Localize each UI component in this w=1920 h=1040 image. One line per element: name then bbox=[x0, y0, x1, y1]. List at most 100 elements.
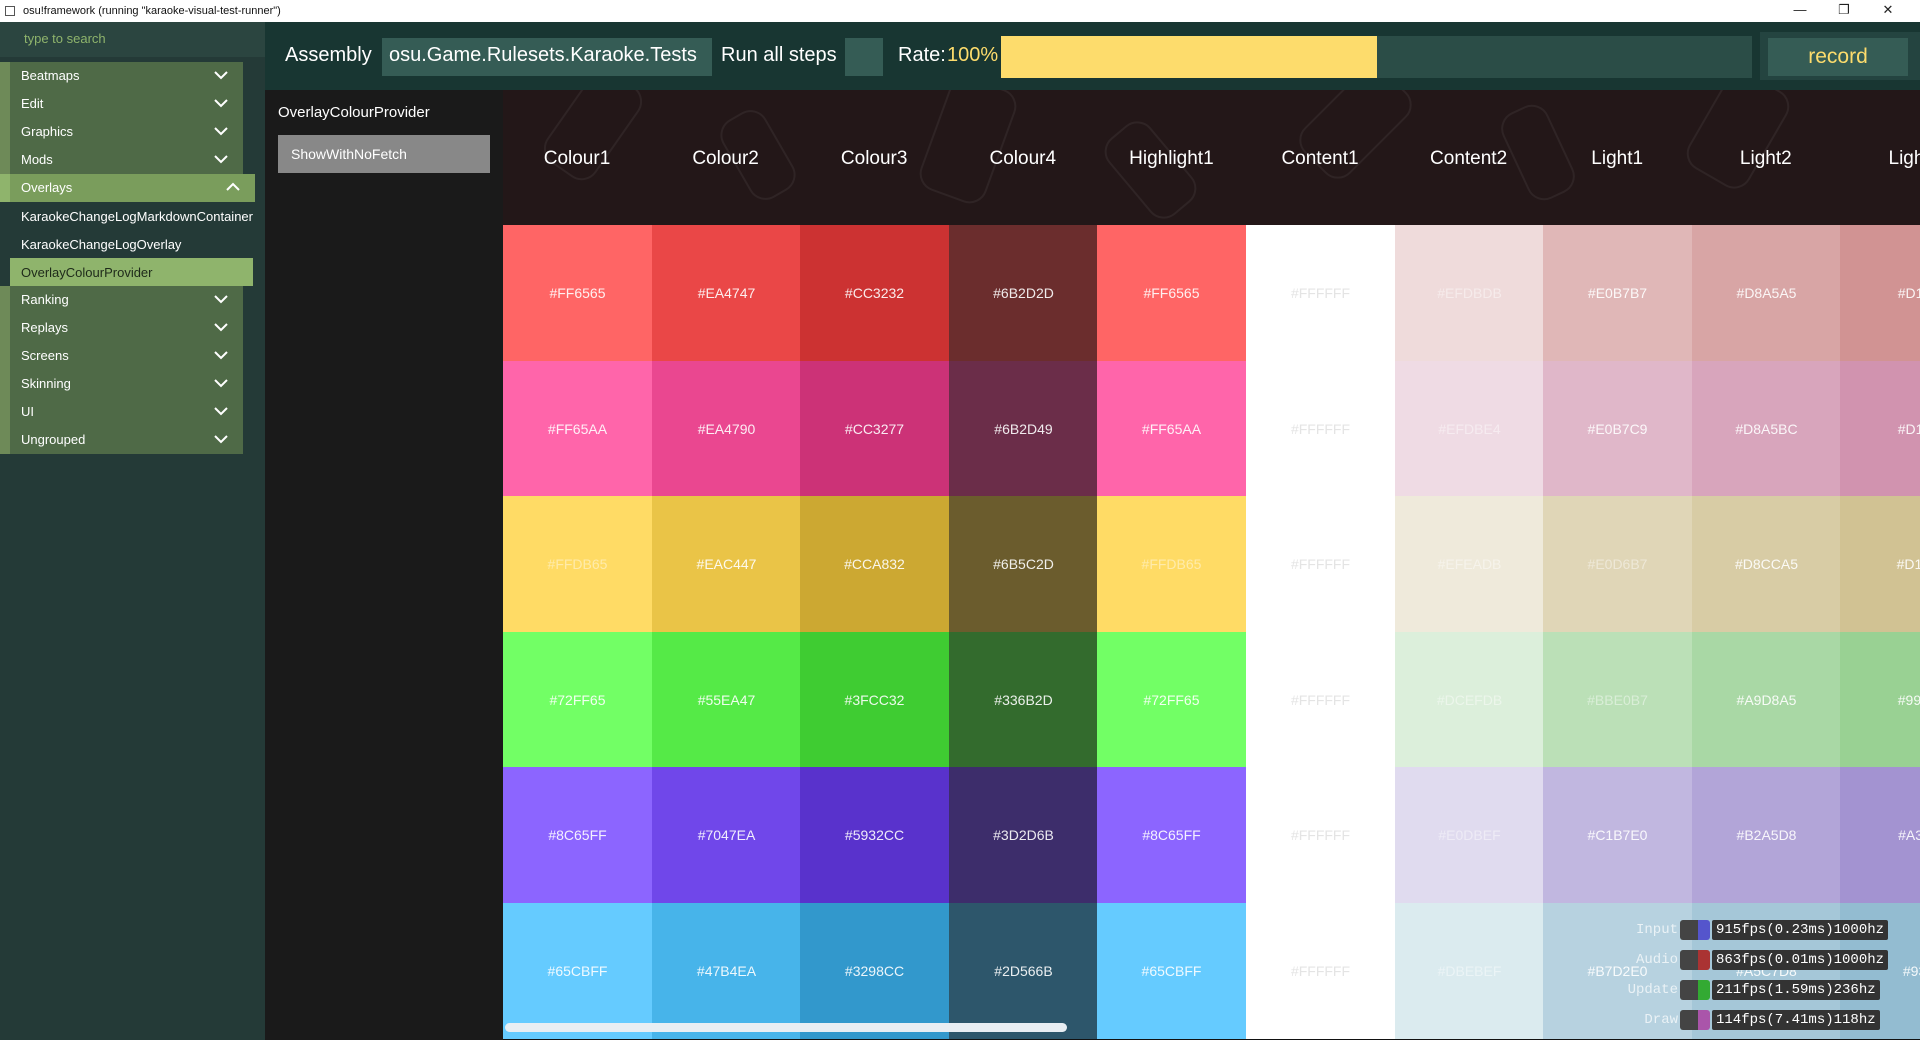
sidebar-category-overlays[interactable]: Overlays bbox=[0, 174, 255, 202]
colour-hex-label: #D19 bbox=[1897, 285, 1920, 301]
chevron-up-icon bbox=[225, 179, 241, 195]
sidebar-test-item[interactable]: OverlayColourProvider bbox=[10, 258, 253, 286]
colour-hex-label: #8C65FF bbox=[548, 827, 607, 843]
fps-row-update: Update 211fps(1.59ms)236hz bbox=[1590, 980, 1920, 1000]
colour-hex-label: #6B2D2D bbox=[993, 285, 1054, 301]
category-accent bbox=[0, 398, 10, 426]
fps-graph bbox=[1680, 980, 1710, 1000]
sidebar-category-edit[interactable]: Edit bbox=[0, 90, 243, 118]
sidebar-category-mods[interactable]: Mods bbox=[0, 146, 243, 174]
colour-hex-label: #7047EA bbox=[697, 827, 756, 843]
colour-swatch: #3D2D6B bbox=[949, 767, 1098, 903]
chevron-down-icon bbox=[213, 347, 229, 363]
fps-graph bbox=[1680, 1010, 1710, 1030]
test-title: OverlayColourProvider bbox=[278, 104, 430, 121]
colour-swatch: #CC3232 bbox=[800, 225, 949, 361]
assembly-label: Assembly bbox=[285, 44, 372, 66]
category-label: Overlays bbox=[21, 180, 73, 195]
colour-swatch: #6B2D2D bbox=[949, 225, 1098, 361]
colour-hex-label: #6B2D49 bbox=[994, 421, 1053, 437]
sidebar-category-ranking[interactable]: Ranking bbox=[0, 286, 243, 314]
colour-hex-label: #FF65AA bbox=[547, 421, 608, 437]
chevron-down-icon bbox=[213, 151, 229, 167]
colour-hex-label: #A9D8A5 bbox=[1736, 692, 1797, 708]
category-accent bbox=[0, 146, 10, 174]
colour-swatch: #D8A5A5 bbox=[1692, 225, 1841, 361]
colour-swatch: #47B4EA bbox=[652, 903, 801, 1039]
colour-hex-label: #DBEBEF bbox=[1437, 963, 1502, 979]
colour-hex-label: #EFDBDB bbox=[1437, 285, 1502, 301]
fps-row-name: Draw bbox=[1644, 1012, 1678, 1028]
column-header-colour1: Colour1 bbox=[543, 148, 611, 169]
colour-swatch: #FFFFFF bbox=[1246, 903, 1395, 1039]
rate-slider[interactable] bbox=[1001, 36, 1752, 78]
fps-graph bbox=[1680, 920, 1710, 940]
colour-hex-label: #FFFFFF bbox=[1290, 692, 1351, 708]
chevron-down-icon bbox=[213, 403, 229, 419]
colour-swatch: #3298CC bbox=[800, 903, 949, 1039]
colour-swatch: #DCEFDB bbox=[1395, 632, 1544, 768]
sidebar-category-ui[interactable]: UI bbox=[0, 398, 243, 426]
header-decoration bbox=[1291, 90, 1420, 187]
colour-hex-label: #E0B7C9 bbox=[1587, 421, 1648, 437]
sidebar-test-item[interactable]: KaraokeChangeLogMarkdownContainer bbox=[21, 209, 253, 224]
colour-hex-label: #6B5C2D bbox=[993, 556, 1054, 572]
colour-swatch: #FF65AA bbox=[503, 361, 652, 497]
fps-row-name: Audio bbox=[1635, 952, 1678, 968]
category-accent bbox=[0, 118, 10, 146]
close-button[interactable]: ✕ bbox=[1870, 1, 1906, 21]
record-button[interactable]: record bbox=[1768, 38, 1908, 76]
chevron-down-icon bbox=[213, 291, 229, 307]
colour-swatch: #FFFFFF bbox=[1246, 496, 1395, 632]
colour-hex-label: #FFFFFF bbox=[1290, 556, 1351, 572]
horizontal-scrollbar[interactable] bbox=[505, 1023, 1067, 1032]
sidebar-category-ungrouped[interactable]: Ungrouped bbox=[0, 426, 243, 454]
toolbar: Assembly osu.Game.Rulesets.Karaoke.Tests… bbox=[265, 22, 1920, 90]
colour-swatch: #C1B7E0 bbox=[1543, 767, 1692, 903]
colour-swatch: #FFFFFF bbox=[1246, 361, 1395, 497]
colour-swatch: #CC3277 bbox=[800, 361, 949, 497]
colour-hex-label: #D1C bbox=[1896, 556, 1920, 572]
category-label: Graphics bbox=[21, 124, 74, 139]
sidebar-category-beatmaps[interactable]: Beatmaps bbox=[0, 62, 243, 90]
colour-swatch: #336B2D bbox=[949, 632, 1098, 768]
colour-swatch: #D19 bbox=[1840, 225, 1920, 361]
colour-hex-label: #FF65AA bbox=[1141, 421, 1202, 437]
colour-swatch: #EAC447 bbox=[652, 496, 801, 632]
category-label: Replays bbox=[21, 320, 68, 335]
sidebar-category-graphics[interactable]: Graphics bbox=[0, 118, 243, 146]
colour-swatch: #2D566B bbox=[949, 903, 1098, 1039]
colour-swatch: #CCA832 bbox=[800, 496, 949, 632]
colour-swatch: #55EA47 bbox=[652, 632, 801, 768]
colour-hex-label: #FF6565 bbox=[549, 285, 606, 301]
chevron-down-icon bbox=[213, 95, 229, 111]
sidebar-category-replays[interactable]: Replays bbox=[0, 314, 243, 342]
sidebar-category-screens[interactable]: Screens bbox=[0, 342, 243, 370]
colour-hex-label: #E0D6B7 bbox=[1587, 556, 1648, 572]
colour-hex-label: #3298CC bbox=[844, 963, 905, 979]
colour-hex-label: #FFFFFF bbox=[1290, 285, 1351, 301]
category-label: Ungrouped bbox=[21, 432, 86, 447]
column-header-content1: Content1 bbox=[1281, 148, 1359, 169]
colour-swatch: #FFDB65 bbox=[503, 496, 652, 632]
sidebar-category-skinning[interactable]: Skinning bbox=[0, 370, 243, 398]
colour-swatch: #E0DBEF bbox=[1395, 767, 1544, 903]
colour-swatch: #FFFFFF bbox=[1246, 632, 1395, 768]
search-input[interactable]: type to search bbox=[0, 22, 265, 57]
colour-swatch: #EFDBDB bbox=[1395, 225, 1544, 361]
colour-hex-label: #DCEFDB bbox=[1436, 692, 1503, 708]
test-steps-panel: OverlayColourProvider ShowWithNoFetch bbox=[265, 90, 503, 1040]
assembly-dropdown[interactable]: osu.Game.Rulesets.Karaoke.Tests bbox=[382, 38, 712, 76]
restore-button[interactable]: ❐ bbox=[1826, 1, 1862, 21]
colour-swatch: #EA4790 bbox=[652, 361, 801, 497]
colour-hex-label: #2D566B bbox=[994, 963, 1053, 979]
run-all-steps-checkbox[interactable] bbox=[845, 38, 883, 76]
test-browser-sidebar: type to search Beatmaps Edit Graphics Mods O… bbox=[0, 22, 265, 1040]
step-button-showwithnofetch[interactable]: ShowWithNoFetch bbox=[278, 135, 490, 173]
colour-swatch: #65CBFF bbox=[1097, 903, 1246, 1039]
header-decoration bbox=[536, 90, 650, 188]
colour-hex-label: #EAC447 bbox=[696, 556, 757, 572]
minimize-button[interactable]: — bbox=[1782, 1, 1818, 21]
colour-swatch: #8C65FF bbox=[503, 767, 652, 903]
sidebar-test-item[interactable]: KaraokeChangeLogOverlay bbox=[21, 237, 181, 252]
